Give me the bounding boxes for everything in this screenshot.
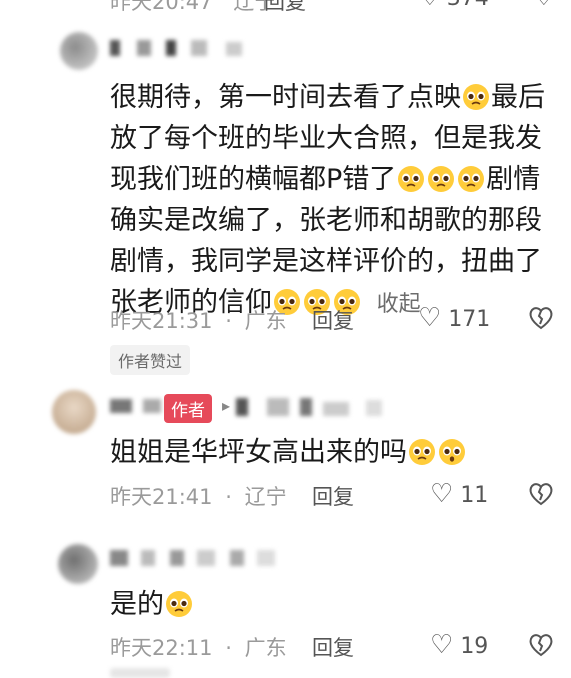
pleading-face-emoji-icon: [409, 439, 435, 465]
reply-target-pixelated[interactable]: [236, 398, 383, 420]
heart-outline-icon: ♡: [420, 0, 440, 11]
pleading-face-emoji-icon: [166, 591, 192, 617]
comment-meta: 昨天21:31 · 广东: [110, 309, 287, 333]
reply-arrow-icon: ▸: [222, 396, 231, 415]
reply-button[interactable]: 回复: [312, 632, 354, 662]
broken-heart-icon[interactable]: [528, 633, 554, 657]
like-button[interactable]: ♡ 19: [430, 630, 488, 660]
username-pixelated[interactable]: [110, 550, 276, 570]
pleading-face-emoji-icon: [439, 439, 465, 465]
username-pixelated[interactable]: [110, 398, 162, 417]
like-button[interactable]: ♡ 171: [418, 303, 490, 333]
broken-heart-icon[interactable]: [528, 306, 554, 330]
comment-location: 辽宁: [244, 485, 287, 509]
like-button[interactable]: ♡ 11: [430, 479, 488, 509]
reply-button[interactable]: 回复: [264, 0, 306, 16]
heart-outline-icon: ♡: [430, 630, 454, 660]
top-comment-meta: 昨天20:47 辽宁: [110, 0, 275, 16]
pleading-face-emoji-icon: [463, 84, 489, 110]
broken-heart-icon[interactable]: [528, 482, 554, 506]
reply-button[interactable]: 回复: [312, 305, 354, 335]
collapse-button[interactable]: 收起: [377, 292, 421, 317]
pleading-face-emoji-icon: [428, 166, 455, 192]
comment-location: 广东: [244, 636, 287, 660]
comment-time: 昨天21:41: [110, 485, 213, 509]
comment-text: 很期待，第一时间去看了点映 最后放了每个班的毕业大合照，但是我发现我们班的横幅都P…: [110, 82, 545, 318]
avatar[interactable]: [60, 32, 98, 70]
like-count: 19: [460, 634, 489, 659]
comment-meta: 昨天22:11 · 广东: [110, 636, 287, 660]
pleading-face-emoji-icon: [398, 166, 425, 192]
author-liked-badge: 作者赞过: [110, 345, 191, 375]
comment-location: 广东: [244, 309, 287, 333]
pleading-face-emoji-icon: [458, 166, 485, 192]
comment-time: 昨天22:11: [110, 636, 213, 660]
broken-heart-icon[interactable]: ♡: [534, 0, 554, 11]
like-button[interactable]: ♡ 374: [420, 0, 489, 11]
reply-button[interactable]: 回复: [312, 481, 354, 511]
author-liked-badge-partial: [110, 668, 170, 678]
username-pixelated[interactable]: [110, 40, 243, 60]
comment-text: 是的: [110, 584, 194, 625]
avatar[interactable]: [58, 544, 98, 584]
author-tag: 作者: [164, 394, 212, 423]
like-count: 11: [460, 483, 489, 508]
heart-outline-icon: ♡: [430, 479, 454, 509]
comment-text: 姐姐是华坪女高出来的吗: [110, 432, 550, 473]
like-count: 374: [447, 0, 489, 11]
comment-meta: 昨天21:41 · 辽宁: [110, 485, 287, 509]
heart-outline-icon: ♡: [418, 303, 442, 333]
avatar[interactable]: [52, 390, 96, 434]
comment-time: 昨天20:47: [110, 0, 213, 14]
comment-time: 昨天21:31: [110, 309, 213, 333]
like-count: 171: [448, 307, 491, 332]
